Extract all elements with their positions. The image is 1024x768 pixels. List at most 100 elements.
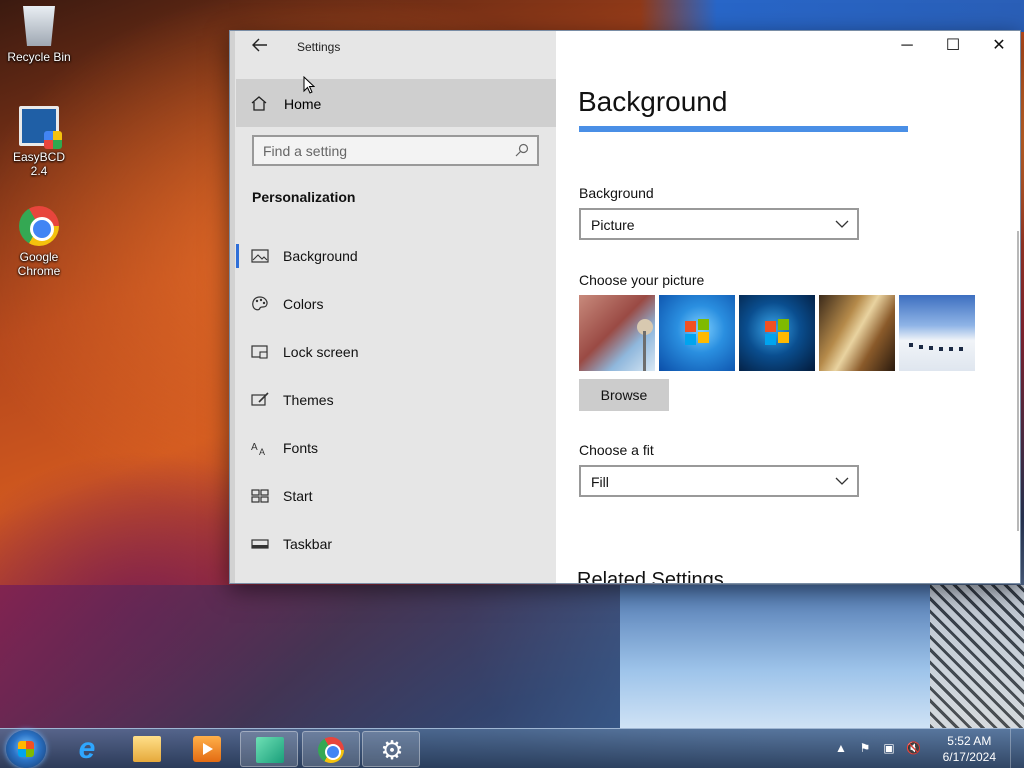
page-title: Background	[578, 86, 728, 117]
settings-gear-icon: ⚙	[380, 735, 404, 765]
network-icon[interactable]: ▣	[882, 741, 896, 755]
minimize-icon: ─	[901, 37, 913, 54]
wallpaper-wall	[0, 585, 620, 728]
nav-item-lock-screen[interactable]: Lock screen	[236, 332, 556, 372]
nav-home-label: Home	[284, 96, 322, 112]
desktop-icon-chrome[interactable]: Google Chrome	[3, 206, 75, 278]
taskbar-app-media-player[interactable]	[178, 731, 236, 767]
choose-fit-label: Choose a fit	[579, 442, 654, 458]
building-picture-image	[909, 343, 963, 351]
media-player-icon	[193, 736, 221, 762]
nav-item-label: Start	[283, 488, 313, 504]
mouse-cursor-icon	[303, 76, 315, 94]
nav-item-themes[interactable]: Themes	[236, 380, 556, 420]
nav-item-label: Fonts	[283, 440, 319, 456]
svg-text:A: A	[251, 442, 258, 453]
maximize-icon: ☐	[945, 37, 961, 54]
volume-muted-icon[interactable]: 🔇	[906, 741, 921, 755]
search-box	[252, 135, 539, 166]
picture-thumbnail[interactable]	[579, 295, 655, 371]
settings-nav-pane: Settings Home Personalization Background…	[230, 31, 556, 583]
picture-thumbnail[interactable]	[739, 295, 815, 371]
picture-thumbnail[interactable]	[819, 295, 895, 371]
preview-accent-bar	[579, 126, 908, 132]
internet-explorer-icon: e	[78, 732, 96, 765]
nav-item-fonts[interactable]: AA Fonts	[236, 428, 556, 468]
background-dropdown[interactable]: Picture	[579, 208, 859, 240]
desktop-icon-label: EasyBCD 2.4	[12, 150, 65, 178]
background-label: Background	[579, 185, 654, 201]
nav-item-label: Background	[283, 248, 358, 264]
nav-item-background[interactable]: Background	[236, 236, 556, 276]
choose-picture-label: Choose your picture	[579, 272, 705, 288]
tray-overflow-icon[interactable]: ▲	[834, 741, 848, 755]
maximize-button[interactable]: ☐	[930, 31, 976, 63]
background-dropdown-value: Picture	[591, 217, 635, 233]
nav-item-label: Themes	[283, 392, 334, 408]
nav-item-label: Taskbar	[283, 536, 333, 552]
palette-icon	[252, 296, 268, 311]
clock[interactable]: 5:52 AM 6/17/2024	[943, 733, 996, 765]
desktop-icon-label: Recycle Bin	[7, 50, 71, 64]
action-center-flag-icon[interactable]: ⚑	[858, 741, 872, 755]
desktop-icon-easybcd[interactable]: EasyBCD 2.4	[3, 106, 75, 178]
settings-content: ─ ☐ ✕ Background Background Picture Choo…	[556, 31, 1020, 583]
chrome-icon	[318, 737, 344, 763]
nav-home[interactable]: Home	[236, 79, 556, 127]
home-icon	[251, 96, 267, 111]
picture-thumbnails	[579, 295, 979, 371]
section-heading: Personalization	[252, 189, 356, 205]
settings-window: Settings Home Personalization Background…	[229, 30, 1021, 584]
wallpaper-sky-top	[640, 0, 1024, 32]
brush-icon	[251, 392, 269, 406]
taskbar-icon	[251, 539, 269, 549]
taskbar-app-phone-companion[interactable]	[240, 731, 298, 767]
window-title: Settings	[297, 40, 341, 54]
browse-button[interactable]: Browse	[579, 379, 669, 411]
nav-edge	[230, 31, 235, 583]
minimize-button[interactable]: ─	[884, 31, 930, 63]
windows-logo-image	[685, 319, 709, 345]
nav-item-colors[interactable]: Colors	[236, 284, 556, 324]
picture-icon	[251, 249, 269, 263]
back-button[interactable]	[248, 37, 272, 57]
nav-item-label: Lock screen	[283, 344, 359, 360]
file-explorer-icon	[133, 736, 161, 762]
phone-companion-icon	[256, 737, 284, 763]
recycle-bin-icon	[23, 6, 55, 46]
chevron-down-icon	[835, 477, 849, 485]
fonts-icon: AA	[251, 442, 265, 456]
svg-text:A: A	[259, 447, 265, 456]
scrollbar[interactable]	[1017, 231, 1019, 531]
picture-thumbnail[interactable]	[659, 295, 735, 371]
nav-item-label: Colors	[283, 296, 324, 312]
search-icon[interactable]	[515, 143, 529, 157]
clock-date: 6/17/2024	[942, 750, 996, 764]
easybcd-icon	[19, 106, 62, 149]
lock-screen-icon	[251, 345, 268, 359]
start-grid-icon	[251, 489, 269, 503]
title-bar: Settings	[230, 31, 556, 63]
clock-time: 5:52 AM	[947, 734, 992, 748]
nav-item-start[interactable]: Start	[236, 476, 556, 516]
desktop-icon-recycle-bin[interactable]: Recycle Bin	[3, 6, 75, 64]
taskbar-app-internet-explorer[interactable]: e	[58, 731, 116, 767]
chevron-down-icon	[835, 220, 849, 228]
close-icon: ✕	[992, 37, 1006, 54]
back-arrow-icon	[252, 38, 267, 52]
windows-logo-image	[765, 319, 789, 345]
taskbar-app-file-explorer[interactable]	[118, 731, 176, 767]
picture-thumbnail[interactable]	[899, 295, 975, 371]
fit-dropdown[interactable]: Fill	[579, 465, 859, 497]
chrome-icon	[19, 206, 59, 246]
wallpaper-tower	[930, 585, 1024, 728]
system-tray: ▲ ⚑ ▣ 🔇 5:52 AM 6/17/2024	[834, 729, 1024, 768]
close-button[interactable]: ✕	[976, 31, 1020, 63]
seattle-picture-image	[637, 319, 653, 371]
taskbar-app-chrome[interactable]	[302, 731, 360, 767]
start-button[interactable]	[6, 730, 46, 768]
taskbar-app-settings[interactable]: ⚙	[362, 731, 420, 767]
find-setting-input[interactable]	[254, 137, 494, 164]
nav-item-taskbar[interactable]: Taskbar	[236, 524, 556, 564]
show-desktop-button[interactable]	[1010, 729, 1024, 768]
